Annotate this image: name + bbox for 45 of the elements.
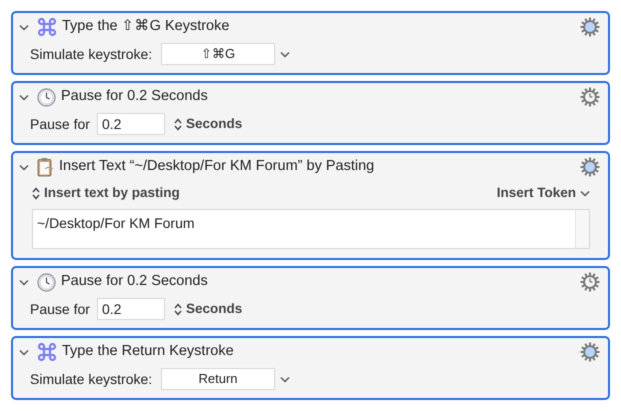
insert-token-menu[interactable]: Insert Token: [496, 182, 590, 204]
chevron-down-icon[interactable]: [280, 376, 290, 382]
duration-field[interactable]: 0.2: [97, 298, 165, 320]
collapse-chevron-icon[interactable]: [19, 94, 29, 100]
field-label: Pause for: [30, 114, 91, 134]
up-down-arrows-icon: [174, 118, 182, 130]
action-title: Type the Return Keystroke: [62, 342, 234, 362]
paste-mode-selector[interactable]: Insert text by pasting: [32, 182, 180, 204]
command-key-icon: [37, 17, 57, 37]
menu-chevron-icon[interactable]: [580, 190, 590, 196]
action-card[interactable]: Pause for 0.2 Seconds Pause for 0.2 Seconds: [11, 266, 610, 330]
up-down-arrows-icon: [32, 186, 40, 200]
clipboard-icon: [37, 157, 54, 177]
action-title: Pause for 0.2 Seconds: [61, 87, 208, 106]
action-card[interactable]: Type the Return Keystroke Simulate keystroke: Return: [11, 336, 610, 400]
keystroke-field[interactable]: ⇧⌘G: [161, 43, 275, 65]
collapse-chevron-icon[interactable]: [19, 164, 29, 170]
gear-icon[interactable]: [580, 17, 600, 37]
action-title: Type the ⇧⌘G Keystroke: [62, 17, 230, 36]
field-label: Pause for: [30, 300, 91, 318]
up-down-arrows-icon: [174, 302, 182, 316]
collapse-chevron-icon[interactable]: [19, 348, 29, 356]
collapse-chevron-icon[interactable]: [19, 278, 29, 286]
action-card[interactable]: Type the ⇧⌘G Keystroke Simulate keystroke: ⇧⌘G: [11, 11, 610, 75]
action-card[interactable]: Pause for 0.2 Seconds Pause for 0.2 Seconds: [11, 81, 610, 145]
action-card[interactable]: Insert Text “~/Desktop/For KM Forum” by Pasting Insert text by pasting Insert Token ~/Desktop/For KM Forum: [11, 151, 610, 260]
clock-icon: [37, 272, 56, 292]
clock-icon: [37, 88, 56, 106]
text-area[interactable]: ~/Desktop/For KM Forum: [32, 209, 590, 249]
keystroke-field[interactable]: Return: [161, 368, 275, 390]
timer-gear-icon[interactable]: [580, 87, 600, 107]
action-title: Pause for 0.2 Seconds: [61, 272, 208, 292]
action-title: Insert Text “~/Desktop/For KM Forum” by Pasting: [59, 157, 374, 176]
field-label: Simulate keystroke:: [30, 44, 154, 64]
collapse-chevron-icon[interactable]: [19, 24, 29, 30]
duration-field[interactable]: 0.2: [97, 113, 165, 135]
timer-gear-icon[interactable]: [580, 272, 600, 292]
chevron-down-icon[interactable]: [280, 50, 290, 58]
unit-selector[interactable]: Seconds: [174, 114, 242, 134]
gear-icon[interactable]: [580, 342, 600, 362]
gear-icon[interactable]: [580, 157, 600, 177]
unit-selector[interactable]: Seconds: [174, 298, 242, 320]
command-key-icon: [37, 342, 57, 362]
field-label: Simulate keystroke:: [30, 370, 154, 389]
scroll-bar: [575, 210, 589, 248]
